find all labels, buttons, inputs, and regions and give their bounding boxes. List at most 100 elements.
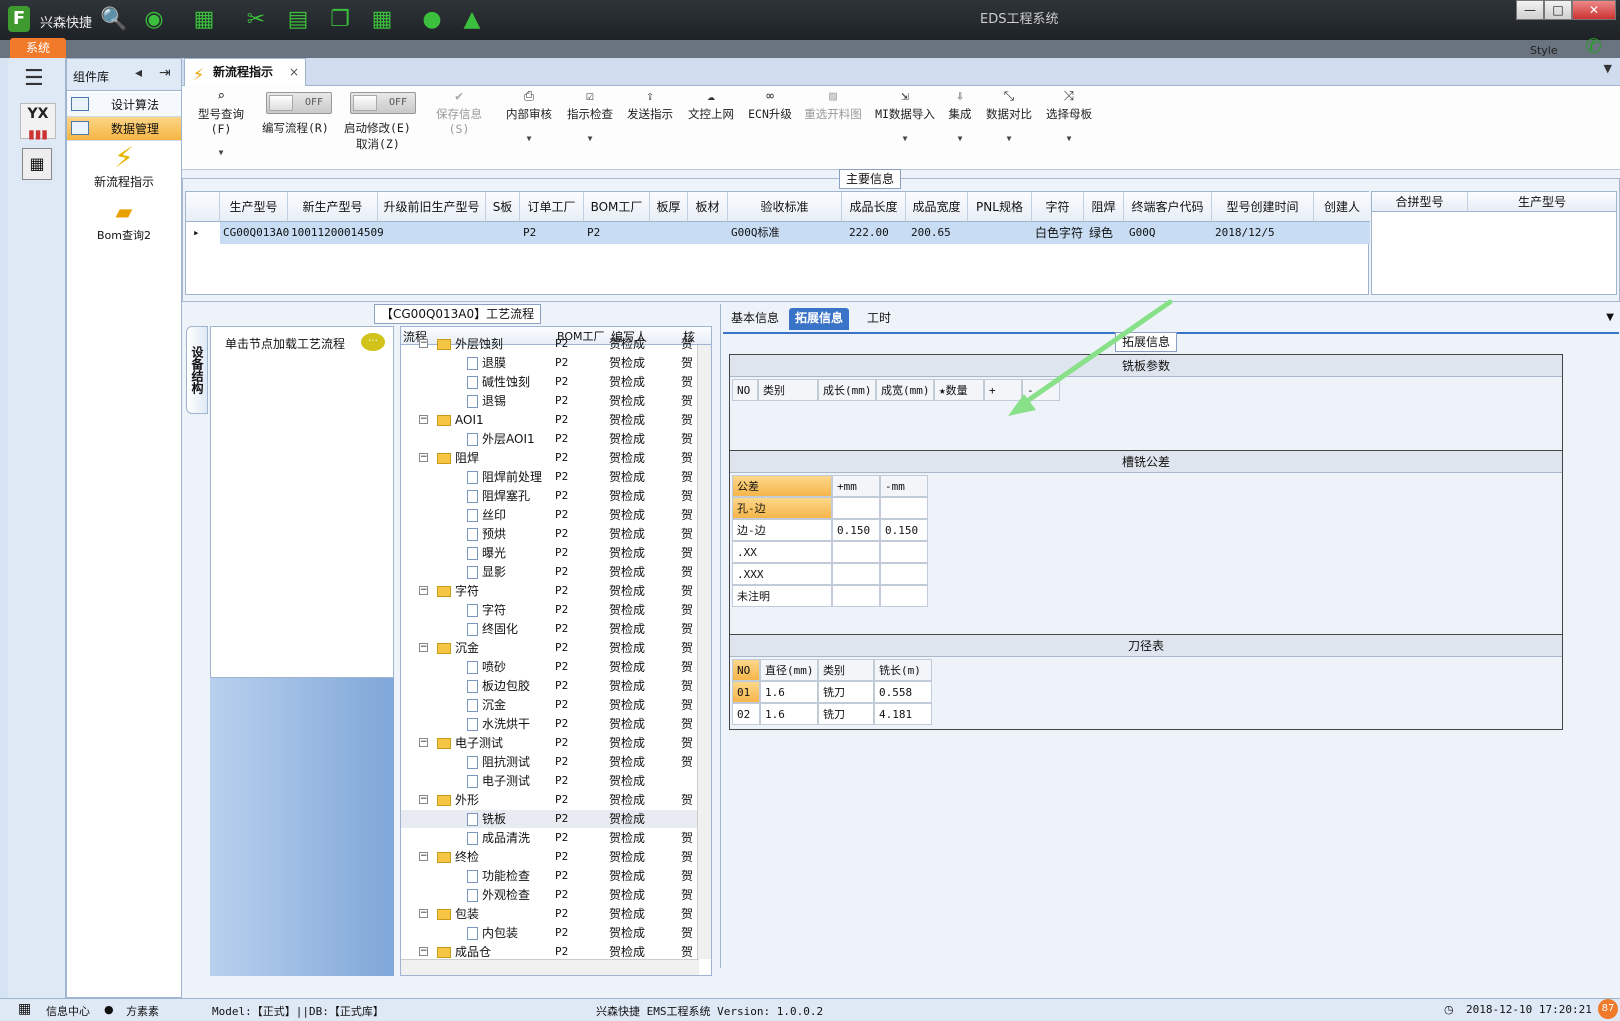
column-header[interactable]: 阻焊 — [1084, 192, 1124, 222]
column-header[interactable]: 升级前旧生产型号 — [378, 192, 486, 222]
column-header[interactable]: 新生产型号 — [288, 192, 378, 222]
pin-icon[interactable]: ⇥ — [159, 65, 171, 81]
style-dropdown[interactable]: Style — [1530, 44, 1558, 57]
tree-item-row[interactable]: 阻焊塞孔 P2 贺检成 贺 — [401, 487, 697, 505]
collapse-toggle-icon[interactable]: − — [419, 453, 428, 462]
doc-online-button[interactable]: ☁ 文控上网 — [686, 88, 736, 122]
data-compare-button[interactable]: ⤡ 数据对比 ▼ — [984, 88, 1034, 143]
user-icon[interactable]: ● — [418, 6, 446, 34]
cutter-cell[interactable]: 铣刀 — [818, 703, 874, 725]
chart-icon[interactable]: ▲ — [458, 6, 486, 34]
tree-item-row[interactable]: 功能检查 P2 贺检成 贺 — [401, 867, 697, 885]
cell-prod-model[interactable]: CG00Q013A0 — [220, 222, 289, 244]
bom-query-item[interactable]: ▰ Bom查询2 — [67, 199, 181, 243]
tree-group-row[interactable]: − 字符 P2 贺检成 贺 — [401, 582, 697, 600]
tolerance-cell[interactable] — [832, 585, 880, 607]
column-header[interactable]: 生产型号 — [1468, 192, 1616, 212]
column-header[interactable]: PNL规格 — [968, 192, 1032, 222]
chevron-down-icon[interactable]: ▼ — [1606, 312, 1614, 323]
column-header[interactable]: 成品宽度 — [906, 192, 968, 222]
tab-extended-info[interactable]: 拓展信息 — [789, 308, 850, 330]
tree-item-row[interactable]: 外层AOI1 P2 贺检成 贺 — [401, 430, 697, 448]
tree-item-row[interactable]: 显影 P2 贺检成 贺 — [401, 563, 697, 581]
column-header[interactable]: 成品长度 — [842, 192, 906, 222]
cutter-cell[interactable]: 0.558 — [874, 681, 932, 703]
collapse-toggle-icon[interactable]: − — [419, 339, 428, 348]
tree-item-row[interactable]: 字符 P2 贺检成 贺 — [401, 601, 697, 619]
tolerance-cell[interactable] — [880, 563, 928, 585]
tree-group-row[interactable]: − 终检 P2 贺检成 贺 — [401, 848, 697, 866]
enable-modify-toggle[interactable]: OFF — [350, 92, 416, 114]
tree-group-row[interactable]: − 阻焊 P2 贺检成 贺 — [401, 449, 697, 467]
tree-item-row[interactable]: 板边包胶 P2 贺检成 贺 — [401, 677, 697, 695]
search-icon[interactable]: 🔍 — [100, 6, 128, 34]
close-tab-icon[interactable]: × — [289, 59, 299, 85]
table-icon[interactable]: ▦ — [190, 6, 218, 34]
cutter-cell[interactable]: 铣刀 — [818, 681, 874, 703]
integrate-button[interactable]: ⇩ 集成 ▼ — [946, 88, 974, 143]
collapse-toggle-icon[interactable]: − — [419, 415, 428, 424]
cancel-button[interactable]: 取消(Z) — [356, 136, 400, 152]
minimize-button[interactable]: — — [1516, 0, 1544, 20]
tab-new-flow-guide[interactable]: ⚡ 新流程指示 × — [184, 58, 306, 86]
tree-item-row[interactable]: 丝印 P2 贺检成 贺 — [401, 506, 697, 524]
column-header[interactable]: 板材 — [688, 192, 728, 222]
tree-item-row[interactable]: 阻抗测试 P2 贺检成 贺 — [401, 753, 697, 771]
tolerance-cell[interactable] — [880, 585, 928, 607]
column-header[interactable]: 合拼型号 — [1372, 192, 1468, 212]
column-header[interactable]: BOM工厂 — [584, 192, 650, 222]
collapse-icon[interactable]: ◂ — [135, 65, 142, 81]
edit-flow-toggle[interactable]: OFF — [266, 92, 332, 114]
tree-group-row[interactable]: − 包装 P2 贺检成 贺 — [401, 905, 697, 923]
cutter-cell[interactable]: 4.181 — [874, 703, 932, 725]
collapse-toggle-icon[interactable]: − — [419, 643, 428, 652]
tolerance-cell[interactable] — [880, 497, 928, 519]
tree-item-row[interactable]: 沉金 P2 贺检成 贺 — [401, 696, 697, 714]
tab-work-hours[interactable]: 工时 — [861, 308, 897, 330]
mi-import-button[interactable]: ⇲ MI数据导入 ▼ — [874, 88, 936, 143]
tree-item-row[interactable]: 碱性蚀刻 P2 贺检成 贺 — [401, 373, 697, 391]
cell-char[interactable]: 白色字符 — [1032, 222, 1083, 244]
tree-group-row[interactable]: − AOI1 P2 贺检成 贺 — [401, 411, 697, 429]
send-guide-button[interactable]: ⇪ 发送指示 — [626, 88, 674, 122]
cell-bom-factory[interactable]: P2 — [584, 222, 600, 244]
cell-length[interactable]: 222.00 — [846, 222, 889, 244]
cutter-cell[interactable]: 1.6 — [760, 681, 818, 703]
chevron-down-icon[interactable]: ▼ — [1604, 62, 1612, 75]
save-info-button[interactable]: ✔ 保存信息(S) — [426, 88, 492, 136]
cell-width[interactable]: 200.65 — [908, 222, 951, 244]
ecn-upgrade-button[interactable]: ∞ ECN升级 — [746, 88, 794, 122]
tree-item-row[interactable]: 退锡 P2 贺检成 贺 — [401, 392, 697, 410]
tree-group-row[interactable]: − 外层蚀刻 P2 贺检成 贺 — [401, 335, 697, 353]
documents-icon[interactable]: ❐ — [326, 6, 354, 34]
new-flow-guide-item[interactable]: ⚡ 新流程指示 — [67, 143, 181, 190]
cell-created[interactable]: 2018/12/5 — [1212, 222, 1275, 244]
column-header[interactable]: 订单工厂 — [520, 192, 584, 222]
cutter-cell[interactable]: 02 — [732, 703, 760, 725]
vertical-scrollbar[interactable] — [697, 345, 711, 959]
tree-item-row[interactable]: 铣板 P2 贺检成 — [401, 810, 697, 829]
cell-customer[interactable]: G00Q — [1126, 222, 1156, 244]
sidebar-item-data-management[interactable]: 数据管理 — [67, 117, 181, 141]
tolerance-cell[interactable] — [832, 497, 880, 519]
tree-item-row[interactable]: 预烘 P2 贺检成 贺 — [401, 525, 697, 543]
tree-item-row[interactable]: 外观检查 P2 贺检成 贺 — [401, 886, 697, 904]
column-header[interactable]: 生产型号 — [220, 192, 288, 222]
collapse-toggle-icon[interactable]: − — [419, 852, 428, 861]
maximize-button[interactable]: □ — [1544, 0, 1572, 20]
scissors-icon[interactable]: ✂ — [242, 6, 270, 34]
guide-check-button[interactable]: ☑ 指示检查 ▼ — [566, 88, 614, 143]
cell-new-prod-model[interactable]: 10011200014509 — [288, 222, 384, 244]
cell-order-factory[interactable]: P2 — [520, 222, 536, 244]
phone-icon[interactable]: ✆ — [1585, 34, 1602, 58]
tree-item-row[interactable]: 水洗烘干 P2 贺检成 贺 — [401, 715, 697, 733]
tolerance-cell[interactable] — [832, 541, 880, 563]
info-center-button[interactable]: 信息中心 — [46, 1003, 90, 1019]
column-header[interactable]: 型号创建时间 — [1212, 192, 1314, 222]
tree-item-row[interactable]: 电子测试 P2 贺检成 — [401, 772, 697, 790]
column-header[interactable]: S板 — [486, 192, 520, 222]
column-header[interactable]: 终端客户代码 — [1124, 192, 1212, 222]
column-header[interactable]: 验收标准 — [728, 192, 842, 222]
tree-group-row[interactable]: − 外形 P2 贺检成 贺 — [401, 791, 697, 809]
model-query-button[interactable]: ⌕ 型号查询(F) ▼ — [188, 88, 254, 157]
